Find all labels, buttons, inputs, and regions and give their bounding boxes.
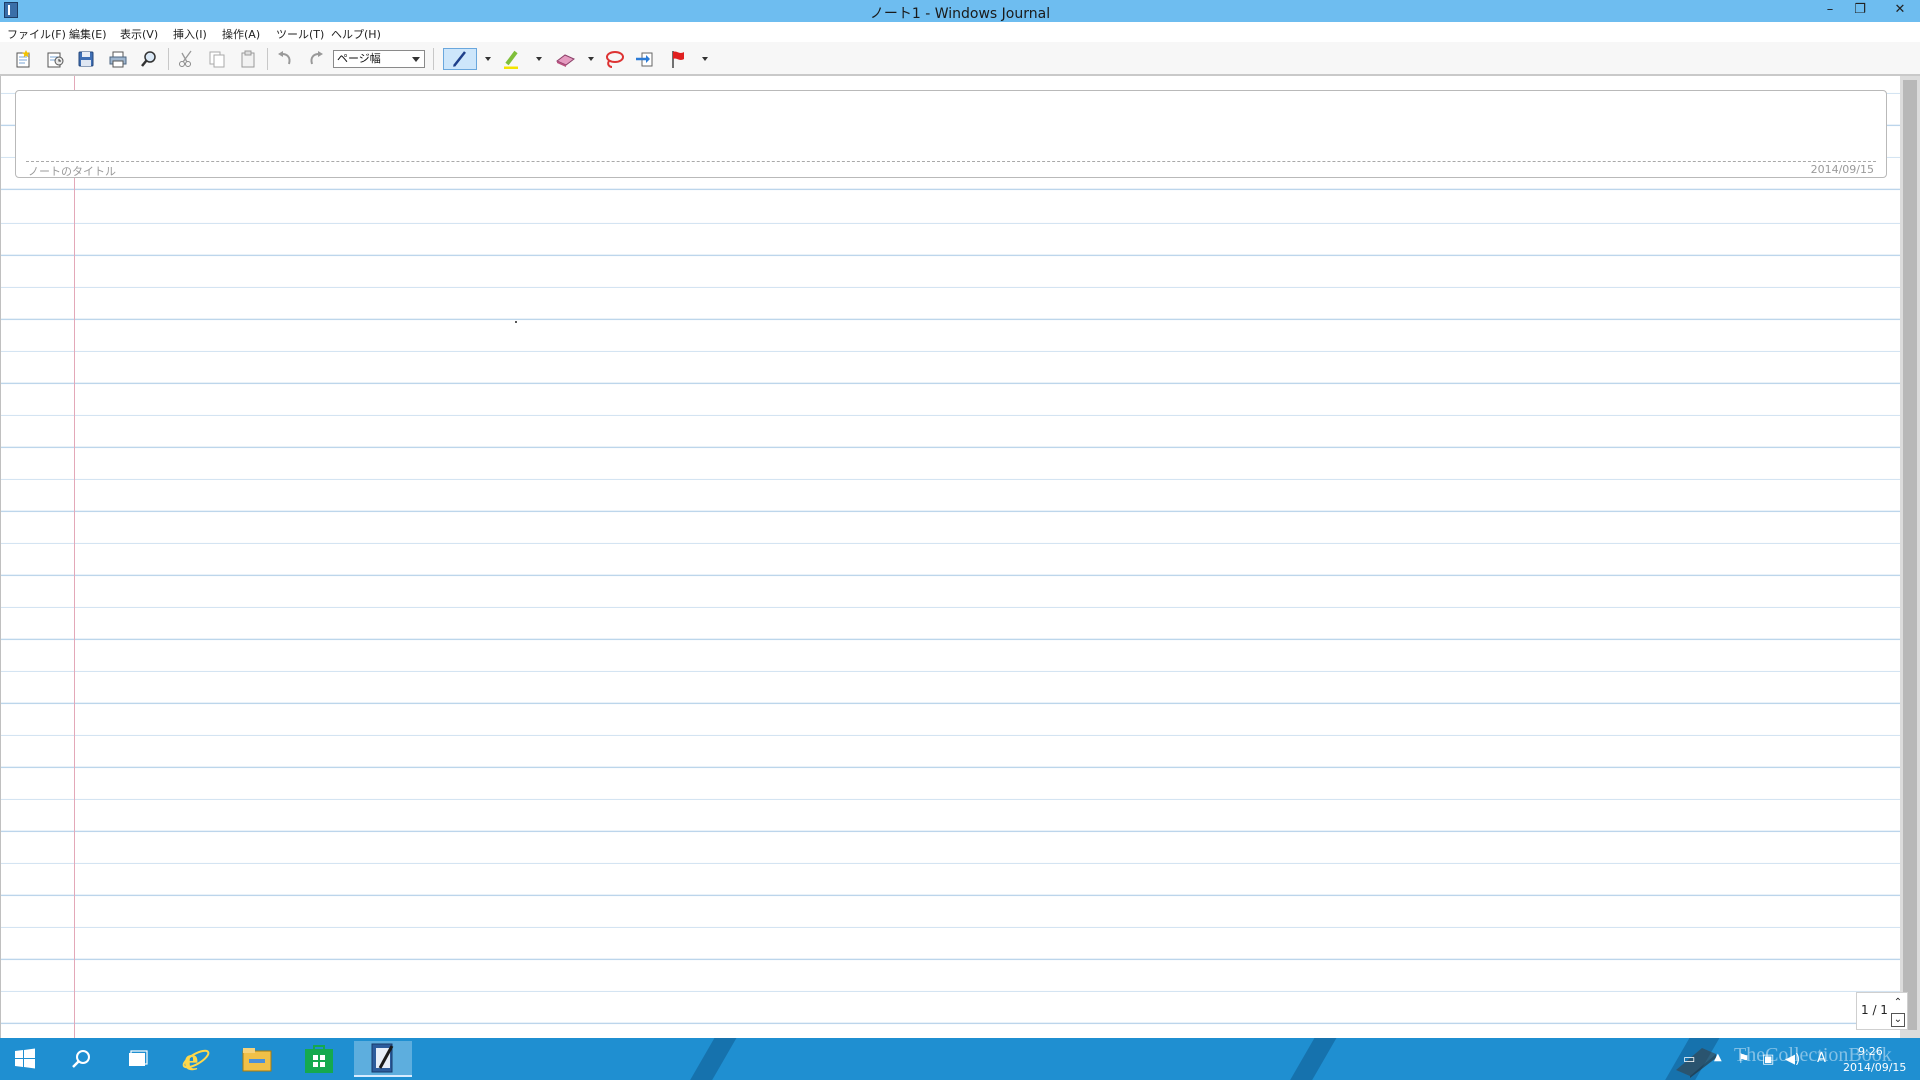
redo-icon[interactable] bbox=[304, 48, 328, 70]
network-icon[interactable]: ▣ bbox=[1762, 1052, 1774, 1067]
menu-tools[interactable]: ツール(T) bbox=[276, 26, 324, 42]
toolbar-separator bbox=[433, 48, 434, 70]
note-date: 2014/09/15 bbox=[1810, 163, 1874, 176]
restore-button[interactable]: ❐ bbox=[1845, 0, 1875, 20]
margin-line bbox=[74, 76, 75, 1038]
page-navigator: 1 / 1 ⌃ ⌄ bbox=[1856, 992, 1908, 1030]
menu-edit[interactable]: 編集(E) bbox=[69, 26, 107, 42]
menu-view[interactable]: 表示(V) bbox=[120, 26, 158, 42]
task-view-icon[interactable] bbox=[112, 1041, 162, 1077]
find-icon[interactable] bbox=[137, 48, 161, 70]
insert-space-icon[interactable] bbox=[632, 48, 656, 70]
title-bar: ノート1 - Windows Journal – ❐ ✕ bbox=[0, 0, 1920, 22]
taskbar: e TheCollectionBook ▭ ▲ ⚑ ▣ ◀) A 9:26 20… bbox=[0, 1038, 1920, 1080]
volume-icon[interactable]: ◀) bbox=[1785, 1052, 1800, 1067]
taskbar-decoration bbox=[1279, 1038, 1343, 1080]
internet-explorer-icon[interactable]: e bbox=[171, 1041, 221, 1077]
menu-bar: ファイル(F) 編集(E) 表示(V) 挿入(I) 操作(A) ツール(T) ヘ… bbox=[0, 22, 1920, 42]
zoom-select-value: ページ幅 bbox=[337, 52, 381, 65]
note-page[interactable]: ノートのタイトル 2014/09/15 bbox=[0, 76, 1901, 1038]
highlighter-dropdown-arrow[interactable] bbox=[536, 57, 542, 61]
flag-dropdown-arrow[interactable] bbox=[702, 57, 708, 61]
open-note-icon[interactable] bbox=[43, 48, 67, 70]
previous-page-icon[interactable]: ⌃ bbox=[1891, 996, 1905, 1010]
menu-insert[interactable]: 挿入(I) bbox=[173, 26, 207, 42]
clock-time[interactable]: 9:26 bbox=[1858, 1045, 1883, 1058]
file-explorer-icon[interactable] bbox=[232, 1041, 282, 1077]
ime-indicator[interactable]: A bbox=[1817, 1051, 1826, 1066]
flag-notification-icon[interactable]: ⚑ bbox=[1738, 1052, 1750, 1067]
start-icon[interactable] bbox=[0, 1041, 50, 1077]
window-title: ノート1 - Windows Journal bbox=[869, 6, 1051, 22]
windows-journal-icon[interactable] bbox=[354, 1041, 412, 1077]
next-page-icon[interactable]: ⌄ bbox=[1891, 1013, 1905, 1027]
undo-icon[interactable] bbox=[273, 48, 297, 70]
toolbar: ページ幅 bbox=[0, 42, 1920, 76]
clock-date[interactable]: 2014/09/15 bbox=[1843, 1061, 1906, 1074]
lasso-select-icon[interactable] bbox=[602, 48, 626, 70]
highlighter-icon[interactable] bbox=[500, 48, 524, 70]
new-note-icon[interactable] bbox=[11, 48, 35, 70]
pen-tool-button[interactable] bbox=[443, 48, 477, 70]
cut-icon[interactable] bbox=[174, 48, 198, 70]
toolbar-separator bbox=[168, 48, 169, 70]
save-icon[interactable] bbox=[74, 48, 98, 70]
vertical-scrollbar[interactable] bbox=[1900, 76, 1920, 1038]
minimize-button[interactable]: – bbox=[1815, 0, 1845, 20]
ink-stroke[interactable] bbox=[515, 321, 517, 323]
flag-icon[interactable] bbox=[666, 48, 690, 70]
title-divider bbox=[26, 161, 1876, 162]
menu-help[interactable]: ヘルプ(H) bbox=[331, 26, 381, 42]
store-icon[interactable] bbox=[294, 1041, 344, 1077]
keyboard-icon[interactable]: ▭ bbox=[1683, 1052, 1695, 1067]
pen-icon bbox=[453, 51, 466, 67]
note-title-area[interactable]: ノートのタイトル 2014/09/15 bbox=[15, 90, 1887, 178]
search-icon[interactable] bbox=[56, 1041, 106, 1077]
scrollbar-thumb[interactable] bbox=[1903, 80, 1917, 1030]
page-indicator: 1 / 1 bbox=[1861, 1003, 1888, 1017]
paste-icon[interactable] bbox=[236, 48, 260, 70]
chevron-down-icon bbox=[412, 57, 420, 62]
taskbar-decoration bbox=[679, 1038, 743, 1080]
show-hidden-icons[interactable]: ▲ bbox=[1714, 1052, 1722, 1063]
eraser-dropdown-arrow[interactable] bbox=[588, 57, 594, 61]
notebook-watermark-icon bbox=[1672, 1044, 1720, 1080]
note-title-placeholder: ノートのタイトル bbox=[28, 165, 116, 178]
toolbar-separator bbox=[267, 48, 268, 70]
copy-icon[interactable] bbox=[205, 48, 229, 70]
menu-file[interactable]: ファイル(F) bbox=[7, 26, 66, 42]
zoom-select[interactable]: ページ幅 bbox=[333, 50, 425, 68]
pen-dropdown-arrow[interactable] bbox=[485, 57, 491, 61]
close-button[interactable]: ✕ bbox=[1880, 0, 1920, 20]
print-icon[interactable] bbox=[106, 48, 130, 70]
eraser-icon[interactable] bbox=[553, 48, 577, 70]
menu-actions[interactable]: 操作(A) bbox=[222, 26, 260, 42]
